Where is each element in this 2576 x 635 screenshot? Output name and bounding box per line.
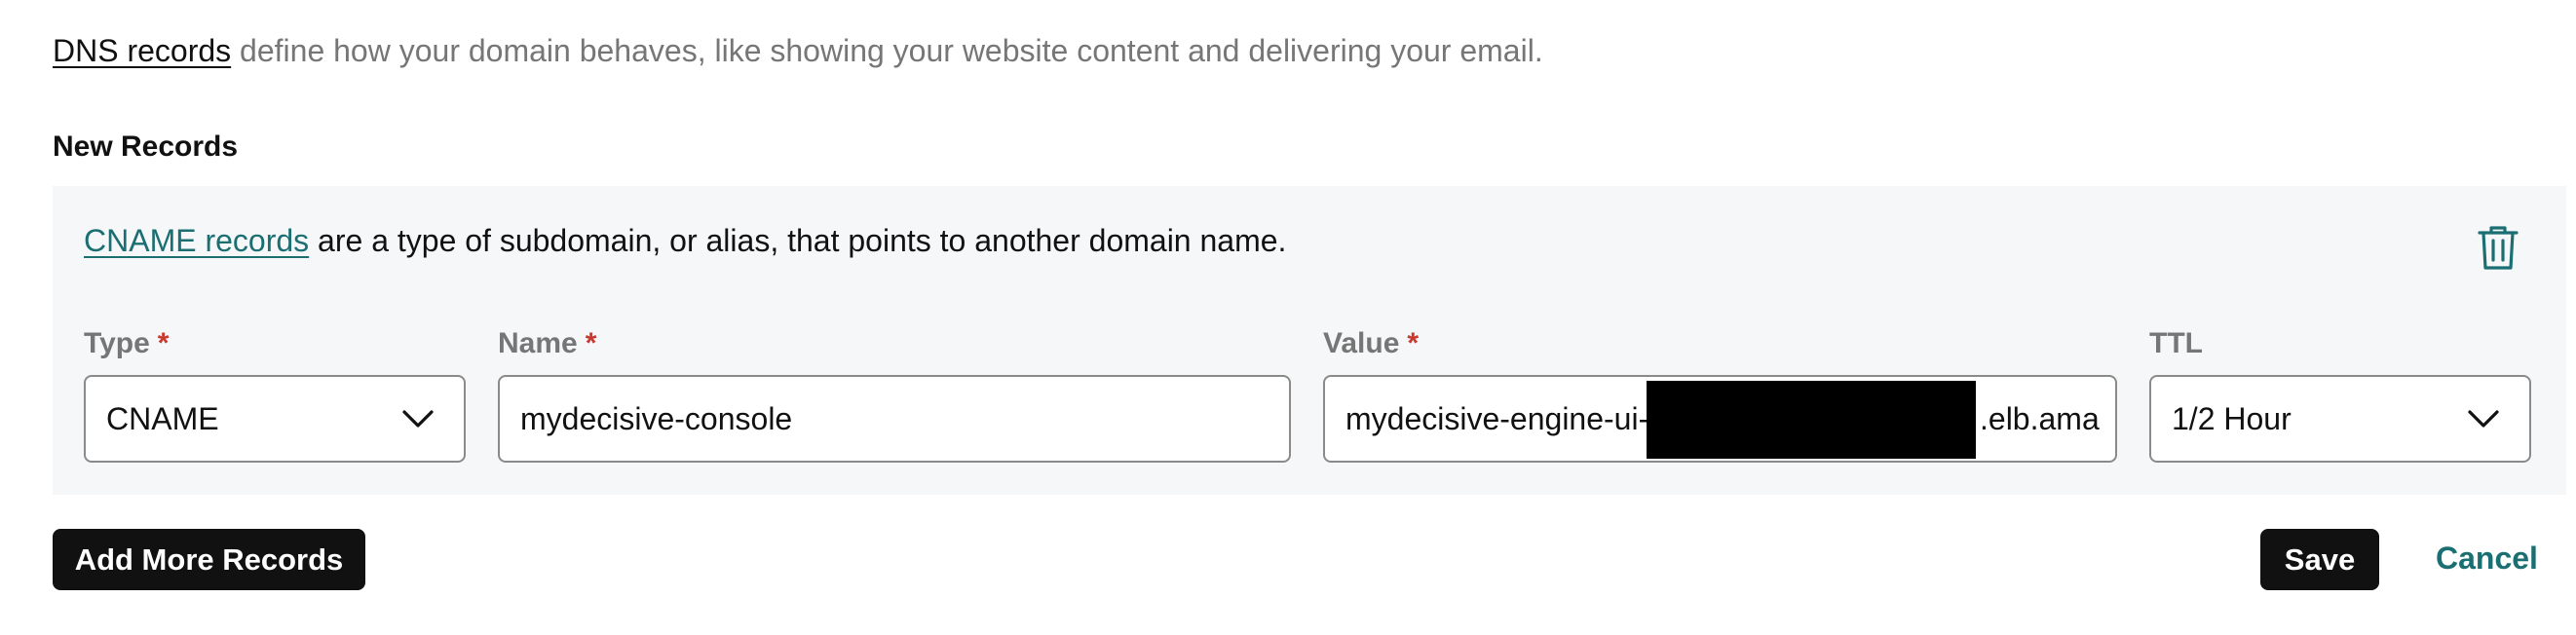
add-more-records-button[interactable]: Add More Records [53, 529, 365, 590]
name-input[interactable]: mydecisive-console [498, 375, 1291, 463]
name-input-value: mydecisive-console [520, 401, 793, 436]
type-label: Type * [84, 327, 169, 360]
save-button[interactable]: Save [2260, 529, 2379, 590]
cname-description: CNAME records are a type of subdomain, o… [84, 223, 1286, 259]
name-required-mark: * [585, 327, 597, 359]
ttl-select-value: 1/2 Hour [2172, 401, 2292, 436]
name-label: Name * [498, 327, 596, 360]
cancel-button[interactable]: Cancel [2436, 541, 2538, 577]
cname-records-link[interactable]: CNAME records [84, 223, 309, 258]
ttl-select[interactable]: 1/2 Hour [2149, 375, 2531, 463]
value-label: Value * [1323, 327, 1419, 360]
chevron-down-icon [402, 410, 434, 428]
value-input-prefix: mydecisive-engine-ui- [1345, 401, 1649, 436]
type-select-value: CNAME [106, 401, 219, 436]
type-required-mark: * [157, 327, 170, 359]
type-select[interactable]: CNAME [84, 375, 466, 463]
chevron-down-icon [2468, 410, 2499, 428]
dns-intro-text: DNS records define how your domain behav… [53, 33, 1543, 69]
new-records-heading: New Records [53, 131, 239, 163]
trash-icon[interactable] [2475, 222, 2521, 273]
name-label-text: Name [498, 327, 578, 359]
value-input-suffix: .elb.ama [1980, 401, 2100, 436]
ttl-label: TTL [2149, 327, 2203, 359]
dns-records-link[interactable]: DNS records [53, 33, 231, 68]
dns-intro-description: define how your domain behaves, like sho… [231, 33, 1543, 68]
type-label-text: Type [84, 327, 150, 359]
value-required-mark: * [1407, 327, 1420, 359]
value-label-text: Value [1323, 327, 1400, 359]
cname-description-text: are a type of subdomain, or alias, that … [309, 223, 1287, 258]
redaction-block [1647, 381, 1976, 459]
